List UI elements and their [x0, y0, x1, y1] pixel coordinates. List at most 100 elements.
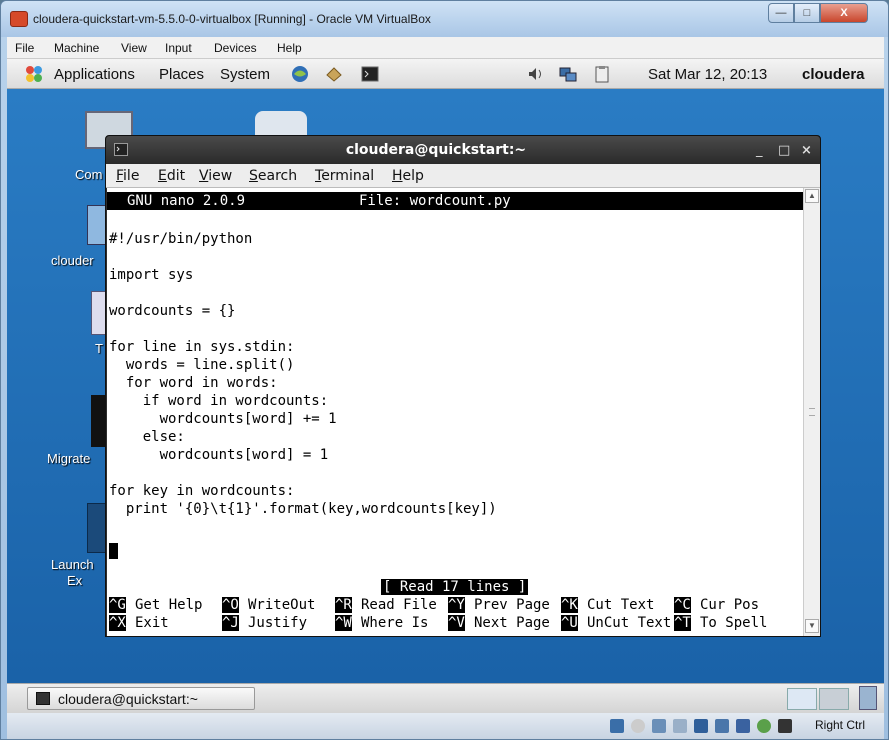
volume-icon[interactable] — [527, 65, 545, 83]
panel-system[interactable]: System — [220, 66, 270, 83]
shortcut-label: Cur Pos — [700, 597, 760, 613]
terminal-menu-file[interactable]: File — [116, 168, 139, 184]
scroll-grip-icon[interactable] — [809, 408, 815, 416]
shortcut-key: ^R — [335, 597, 352, 613]
shortcut-key: ^G — [109, 597, 126, 613]
applications-icon — [26, 66, 42, 82]
desktop-label-cloudera: clouder — [51, 253, 94, 268]
desktop-label-trash: T — [95, 341, 103, 356]
scroll-down-icon[interactable]: ▼ — [805, 619, 819, 633]
shortcut-key: ^W — [335, 615, 352, 631]
workspace-2[interactable] — [819, 688, 849, 710]
terminal-menu-view[interactable]: View — [199, 168, 232, 184]
optical-drive-status-icon[interactable] — [631, 719, 645, 733]
close-button[interactable]: X — [820, 3, 868, 23]
code-line: for word in words: — [109, 375, 278, 391]
virtualbox-title: cloudera-quickstart-vm-5.5.0-0-virtualbo… — [33, 12, 431, 26]
shortcut-label: To Spell — [700, 615, 768, 631]
terminal-menubar: File Edit View Search Terminal Help — [106, 164, 820, 188]
code-line: for line in sys.stdin: — [109, 339, 295, 355]
terminal-maximize-button[interactable]: □ — [778, 143, 790, 158]
desktop-label-migrate: Migrate — [47, 451, 91, 466]
virtualbox-titlebar[interactable]: cloudera-quickstart-vm-5.5.0-0-virtualbo… — [1, 1, 888, 37]
scroll-up-icon[interactable]: ▲ — [805, 189, 819, 203]
shortcut-label: Justify — [248, 615, 308, 631]
terminal-menu-edit[interactable]: Edit — [158, 168, 185, 184]
desktop-label-computer: Com — [75, 167, 103, 182]
virtualbox-menubar: File Machine View Input Devices Help — [7, 37, 884, 59]
panel-clock[interactable]: Sat Mar 12, 20:13 — [648, 66, 767, 83]
terminal-scrollbar[interactable]: ▲ ▼ — [803, 188, 820, 636]
code-line: import sys — [109, 267, 194, 283]
browser-icon[interactable] — [291, 65, 309, 83]
shortcut-label: Exit — [135, 615, 169, 631]
taskbar-terminal-button[interactable]: cloudera@quickstart:~ — [27, 687, 255, 710]
terminal-task-icon — [36, 692, 50, 705]
network-status-icon[interactable] — [715, 719, 729, 733]
menu-view[interactable]: View — [121, 41, 147, 55]
guest-top-panel: Applications Places System Sat Mar 12, 2… — [7, 59, 884, 89]
display-status-icon[interactable] — [694, 719, 708, 733]
shortcut-key: ^U — [561, 615, 578, 631]
menu-input[interactable]: Input — [165, 41, 192, 55]
shared-folders-status-icon[interactable] — [673, 719, 687, 733]
menu-devices[interactable]: Devices — [214, 41, 257, 55]
terminal-menu-search[interactable]: Search — [249, 168, 297, 184]
panel-applications[interactable]: Applications — [54, 66, 135, 83]
minimize-button[interactable]: — — [768, 3, 794, 23]
code-line: if word in wordcounts: — [109, 393, 329, 409]
guest-bottom-panel: cloudera@quickstart:~ — [7, 683, 884, 713]
code-line: wordcounts[word] = 1 — [109, 447, 329, 463]
panel-user[interactable]: cloudera — [802, 66, 865, 83]
harddisk-status-icon[interactable] — [610, 719, 624, 733]
code-line: print '{0}\t{1}'.format(key,wordcounts[k… — [109, 501, 497, 517]
shortcut-key: ^V — [448, 615, 465, 631]
terminal-title: cloudera@quickstart:~ — [345, 142, 527, 158]
terminal-menu-terminal[interactable]: Terminal — [315, 168, 374, 184]
shortcut-label: Cut Text — [587, 597, 655, 613]
mail-icon[interactable] — [325, 65, 343, 83]
terminal-close-button[interactable]: × — [801, 143, 812, 158]
code-line: wordcounts[word] += 1 — [109, 411, 337, 427]
shortcut-key: ^X — [109, 615, 126, 631]
clipboard-icon[interactable] — [593, 65, 611, 83]
code-line: words = line.split() — [109, 357, 295, 373]
panel-places[interactable]: Places — [159, 66, 204, 83]
code-line: for key in wordcounts: — [109, 483, 295, 499]
text-cursor — [109, 543, 118, 559]
shortcut-key: ^T — [674, 615, 691, 631]
nano-version: GNU nano 2.0.9 — [127, 193, 246, 209]
terminal-minimize-button[interactable]: _ — [756, 143, 763, 158]
menu-file[interactable]: File — [15, 41, 34, 55]
capture-status-icon[interactable] — [736, 719, 750, 733]
trash-applet-icon[interactable] — [859, 686, 877, 710]
menu-machine[interactable]: Machine — [54, 41, 99, 55]
virtualbox-icon — [10, 11, 28, 27]
shortcut-label: Get Help — [135, 597, 203, 613]
desktop-label-launch: Launch — [51, 557, 94, 572]
shortcut-label: WriteOut — [248, 597, 316, 613]
workspace-1[interactable] — [787, 688, 817, 710]
host-key-label: Right Ctrl — [815, 718, 866, 732]
terminal-titlebar[interactable]: cloudera@quickstart:~ _ □ × — [106, 136, 820, 164]
usb-status-icon[interactable] — [652, 719, 666, 733]
shortcut-key: ^Y — [448, 597, 465, 613]
terminal-menu-help[interactable]: Help — [392, 168, 424, 184]
shortcut-label: Read File — [361, 597, 437, 613]
virtualbox-window: cloudera-quickstart-vm-5.5.0-0-virtualbo… — [0, 0, 889, 740]
menu-help[interactable]: Help — [277, 41, 302, 55]
terminal-window: cloudera@quickstart:~ _ □ × File Edit Vi… — [105, 135, 821, 637]
terminal-launcher-icon[interactable] — [361, 65, 379, 83]
guest-additions-status-icon[interactable] — [757, 719, 771, 733]
shortcut-key: ^J — [222, 615, 239, 631]
taskbar-terminal-label: cloudera@quickstart:~ — [58, 691, 198, 707]
network-icon[interactable] — [559, 65, 577, 83]
code-line: else: — [109, 429, 185, 445]
mouse-integration-icon[interactable] — [778, 719, 792, 733]
maximize-button[interactable]: □ — [794, 3, 820, 23]
desktop-label-express: Ex — [67, 573, 83, 588]
shortcut-key: ^C — [674, 597, 691, 613]
nano-editor[interactable]: GNU nano 2.0.9 File: wordcount.py #!/usr… — [107, 188, 803, 636]
nano-header-bar: GNU nano 2.0.9 File: wordcount.py — [107, 192, 803, 210]
code-line: wordcounts = {} — [109, 303, 236, 319]
